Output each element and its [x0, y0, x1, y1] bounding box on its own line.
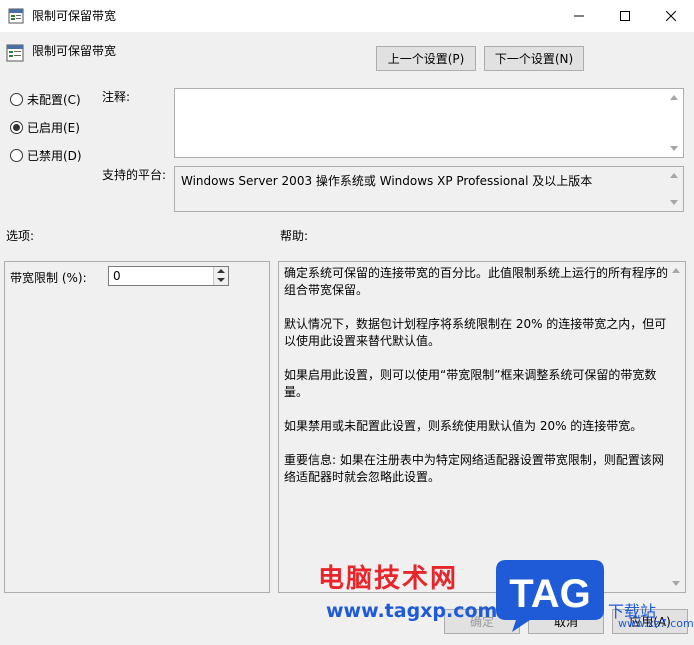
- watermark-site-name: 电脑技术网: [318, 564, 459, 594]
- radio-circle-selected: [10, 120, 23, 134]
- scroll-down-icon: [672, 581, 680, 586]
- watermark-download-url: www.xz7.com: [618, 617, 694, 630]
- bandwidth-limit-label: 带宽限制 (%):: [10, 271, 87, 285]
- logo-text: TAG: [509, 572, 590, 616]
- platform-value: Windows Server 2003 操作系统或 Windows XP Pro…: [181, 174, 593, 188]
- title-bar[interactable]: 限制可保留带宽: [0, 0, 694, 32]
- comment-scrollbar[interactable]: [666, 89, 683, 157]
- radio-dot: [13, 123, 20, 131]
- radio-circle: [10, 92, 23, 106]
- scroll-down-icon: [670, 200, 678, 205]
- close-icon: [666, 11, 676, 21]
- options-panel: 带宽限制 (%): 0: [4, 261, 270, 593]
- bandwidth-limit-stepper[interactable]: 0: [108, 266, 229, 286]
- stepper-down-icon[interactable]: [217, 278, 225, 282]
- help-paragraph: 如果禁用或未配置此设置，则系统使用默认值为 20% 的连接带宽。: [284, 419, 643, 433]
- maximize-button[interactable]: [602, 0, 648, 32]
- platform-textbox: Windows Server 2003 操作系统或 Windows XP Pro…: [174, 166, 684, 212]
- scroll-up-icon: [670, 95, 678, 100]
- previous-setting-button[interactable]: 上一个设置(P): [376, 46, 476, 71]
- close-button[interactable]: [648, 0, 694, 32]
- radio-label: 未配置(C): [27, 92, 81, 107]
- maximize-icon: [620, 11, 630, 21]
- radio-disabled[interactable]: 已禁用(D): [10, 147, 82, 163]
- minimize-icon: [574, 15, 584, 17]
- window-title: 限制可保留带宽: [32, 9, 117, 23]
- setting-icon: [6, 44, 24, 62]
- next-setting-button[interactable]: 下一个设置(N): [484, 46, 584, 71]
- watermark-url: www.tagxp.com: [326, 600, 498, 622]
- help-paragraph: 确定系统可保留的连接带宽的百分比。此值限制系统上运行的所有程序的组合带宽保留。: [284, 266, 669, 297]
- comment-label: 注释:: [102, 90, 131, 104]
- help-paragraph: 默认情况下，数据包计划程序将系统限制在 20% 的连接带宽之内，但可以使用此设置…: [284, 317, 667, 348]
- scroll-down-icon: [670, 146, 678, 151]
- watermark-tag-logo-icon: TAG: [496, 560, 604, 632]
- radio-enabled[interactable]: 已启用(E): [10, 119, 80, 135]
- help-paragraph: 如果启用此设置，则可以使用“带宽限制”框来调整系统可保留的带宽数量。: [284, 368, 657, 399]
- stepper-up-icon[interactable]: [217, 269, 225, 273]
- help-text: 确定系统可保留的连接带宽的百分比。此值限制系统上运行的所有程序的组合带宽保留。 …: [284, 265, 668, 503]
- comment-textarea[interactable]: [174, 88, 684, 158]
- help-paragraph: 重要信息: 如果在注册表中为特定网络适配器设置带宽限制，则配置该网络适配器时就会…: [284, 453, 664, 484]
- minimize-button[interactable]: [556, 0, 602, 32]
- radio-circle: [10, 148, 23, 162]
- radio-label: 已禁用(D): [27, 148, 82, 163]
- help-label: 帮助:: [280, 229, 309, 243]
- radio-label: 已启用(E): [27, 120, 80, 135]
- options-label: 选项:: [6, 229, 35, 243]
- platform-label: 支持的平台:: [102, 168, 167, 182]
- scroll-up-icon: [670, 173, 678, 178]
- help-panel: 确定系统可保留的连接带宽的百分比。此值限制系统上运行的所有程序的组合带宽保留。 …: [278, 261, 686, 593]
- scroll-up-icon: [672, 268, 680, 273]
- policy-icon: [8, 8, 24, 24]
- bandwidth-limit-value: 0: [113, 269, 121, 283]
- radio-not-configured[interactable]: 未配置(C): [10, 91, 81, 107]
- platform-scrollbar[interactable]: [666, 167, 683, 211]
- help-scrollbar[interactable]: [668, 262, 685, 592]
- stepper-buttons[interactable]: [213, 267, 228, 285]
- setting-title: 限制可保留带宽: [32, 44, 117, 58]
